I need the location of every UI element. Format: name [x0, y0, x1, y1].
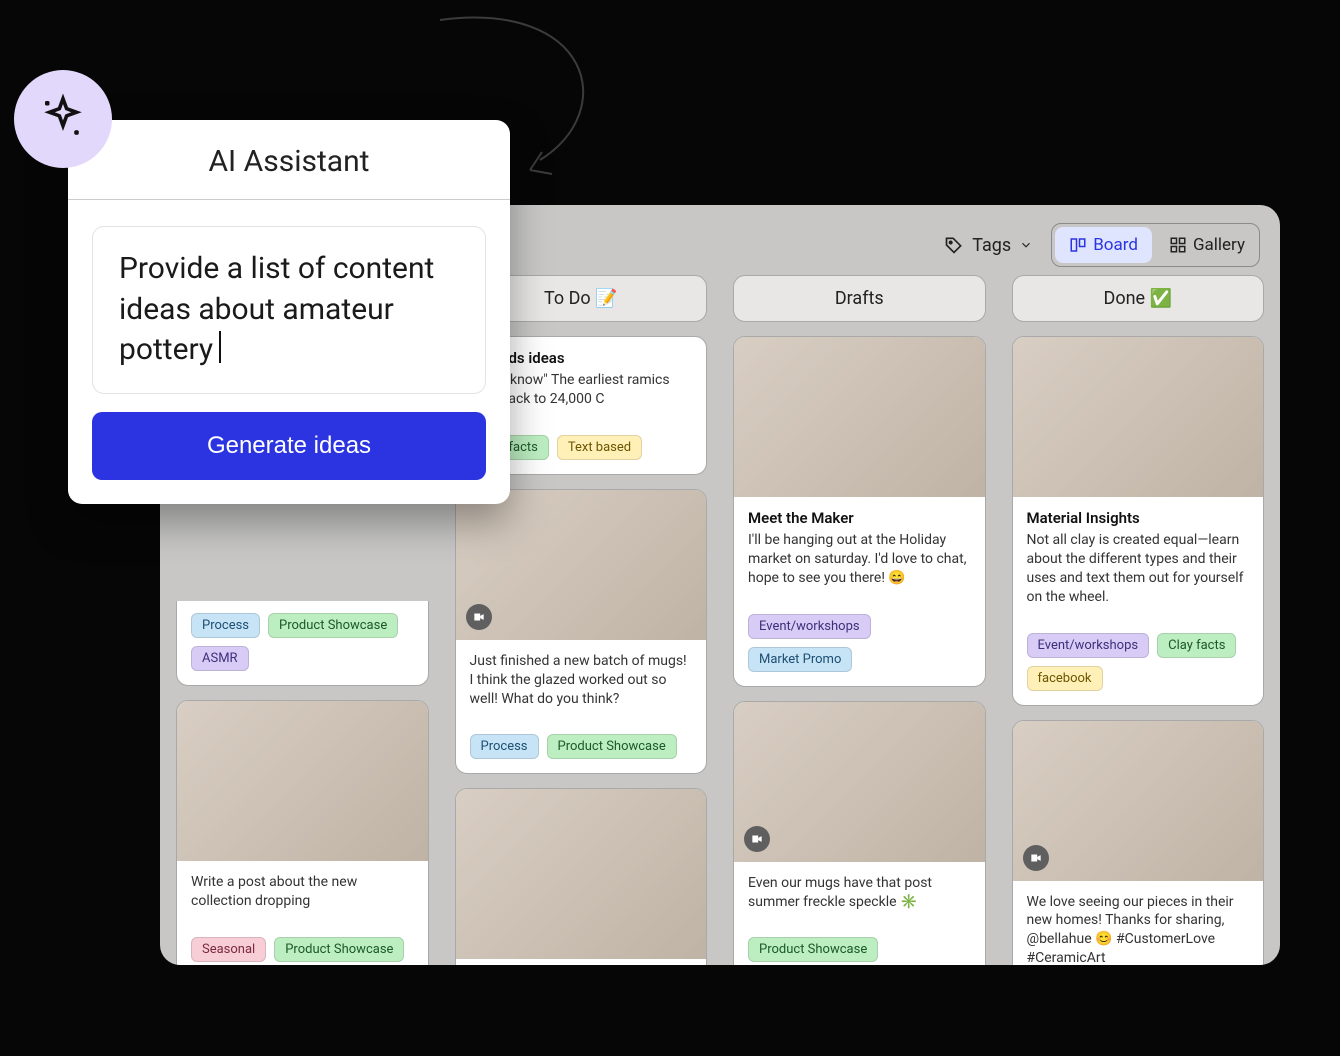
tags-label: Tags — [972, 235, 1011, 256]
card-text: Write a post about the new collection dr… — [191, 873, 414, 911]
ai-assistant-title: AI Assistant — [68, 120, 510, 200]
tag-asmr[interactable]: ASMR — [191, 646, 249, 671]
card-image — [734, 702, 985, 862]
video-badge-icon — [744, 826, 770, 852]
card-behind-ai[interactable]: Process Product Showcase ASMR — [176, 601, 429, 686]
text-cursor — [219, 331, 221, 363]
tag-icon — [944, 235, 964, 255]
sparkle-icon — [36, 92, 90, 146]
card-image — [456, 789, 707, 959]
view-board-label: Board — [1093, 235, 1138, 255]
column-header-done: Done ✅ — [1012, 275, 1265, 322]
card-text: We love seeing our pieces in their new h… — [1027, 893, 1250, 965]
tag-event-workshops[interactable]: Event/workshops — [748, 614, 871, 639]
card-bowl[interactable]: Just finished a new batch of mugs! I — [455, 788, 708, 965]
tags-dropdown[interactable]: Tags — [944, 235, 1033, 256]
card-text: Even our mugs have that post summer frec… — [748, 874, 971, 912]
tag-product-showcase[interactable]: Product Showcase — [268, 613, 398, 638]
card-text: I'll be hanging out at the Holiday marke… — [748, 531, 971, 588]
view-board[interactable]: Board — [1055, 227, 1152, 263]
ai-prompt-input[interactable]: Provide a list of content ideas about am… — [92, 226, 486, 394]
tag-event-workshops[interactable]: Event/workshops — [1027, 633, 1150, 658]
card-text: Just finished a new batch of mugs! I thi… — [470, 652, 693, 709]
tag-process[interactable]: Process — [191, 613, 260, 638]
tag-product-showcase[interactable]: Product Showcase — [274, 937, 404, 962]
tag-process[interactable]: Process — [470, 734, 539, 759]
card-meet-maker[interactable]: Meet the Maker I'll be hanging out at th… — [733, 336, 986, 687]
view-gallery[interactable]: Gallery — [1155, 224, 1259, 266]
card-text: Not all clay is created equal—learn abou… — [1027, 531, 1250, 607]
card-mugs[interactable]: Just finished a new batch of mugs! I thi… — [455, 489, 708, 775]
tag-facebook[interactable]: facebook — [1027, 666, 1103, 691]
column-drafts: Drafts Meet the Maker I'll be hanging ou… — [733, 275, 986, 965]
card-image — [456, 490, 707, 640]
card-title: Meet the Maker — [748, 509, 971, 527]
ai-sparkle-badge — [14, 70, 112, 168]
card-image — [1013, 337, 1264, 497]
ai-prompt-text: Provide a list of content ideas about am… — [119, 251, 434, 367]
video-badge-icon — [1023, 845, 1049, 871]
view-toggle: Board Gallery — [1051, 223, 1260, 267]
tag-product-showcase[interactable]: Product Showcase — [547, 734, 677, 759]
column-done: Done ✅ Material Insights Not all clay is… — [1012, 275, 1265, 965]
card-new-collection[interactable]: Write a post about the new collection dr… — [176, 700, 429, 965]
view-gallery-label: Gallery — [1193, 235, 1245, 255]
tag-clay-facts[interactable]: Clay facts — [1157, 633, 1236, 658]
ai-assistant-panel: AI Assistant Provide a list of content i… — [68, 120, 510, 504]
tag-text-based[interactable]: Text based — [557, 435, 642, 460]
tag-product-showcase[interactable]: Product Showcase — [748, 937, 878, 962]
chevron-down-icon — [1019, 238, 1033, 252]
board-toolbar: Tags Board Gallery — [944, 223, 1260, 267]
gallery-icon — [1169, 236, 1187, 254]
card-image — [177, 701, 428, 861]
card-customer-love[interactable]: We love seeing our pieces in their new h… — [1012, 720, 1265, 965]
tag-market-promo[interactable]: Market Promo — [748, 647, 852, 672]
board-icon — [1069, 236, 1087, 254]
card-image — [1013, 721, 1264, 881]
generate-ideas-button[interactable]: Generate ideas — [92, 412, 486, 480]
card-material-insights[interactable]: Material Insights Not all clay is create… — [1012, 336, 1265, 706]
card-image — [734, 337, 985, 497]
video-badge-icon — [466, 604, 492, 630]
card-title: Material Insights — [1027, 509, 1250, 527]
tag-seasonal[interactable]: Seasonal — [191, 937, 266, 962]
column-header-drafts: Drafts — [733, 275, 986, 322]
card-speckle[interactable]: Even our mugs have that post summer frec… — [733, 701, 986, 965]
